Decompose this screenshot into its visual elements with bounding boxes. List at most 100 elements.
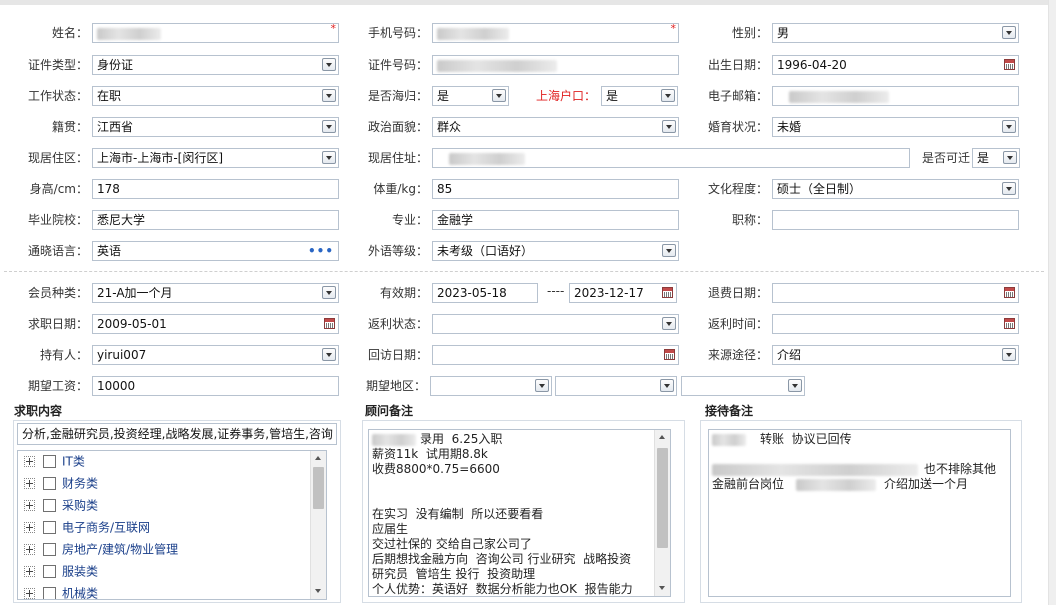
calendar-icon[interactable] [662, 287, 673, 298]
checkbox[interactable] [43, 543, 56, 556]
scroll-thumb[interactable] [657, 448, 668, 548]
phone-field[interactable]: * [432, 23, 679, 43]
advisor-notes-textarea[interactable]: 录用 6.25入职 薪资11k 试用期8.8k 收费8800*0.75=6600… [368, 429, 671, 597]
scroll-up-icon[interactable] [655, 430, 670, 445]
chevron-down-icon[interactable] [492, 89, 506, 102]
tree-scrollbar[interactable] [310, 451, 326, 599]
political-status-select[interactable]: 群众 [432, 117, 679, 137]
chevron-down-icon[interactable] [662, 317, 676, 330]
calendar-icon[interactable] [1004, 59, 1015, 70]
rebate-status-select[interactable] [432, 314, 679, 334]
tree-expand-icon[interactable] [24, 544, 35, 555]
chevron-down-icon[interactable] [322, 286, 336, 299]
birth-date-field[interactable]: 1996-04-20 [772, 55, 1019, 75]
chevron-down-icon[interactable] [322, 151, 336, 164]
chevron-down-icon[interactable] [661, 89, 675, 102]
expected-area-city-select[interactable] [555, 376, 677, 396]
returnee-select[interactable]: 是 [432, 86, 509, 106]
chevron-down-icon[interactable] [788, 379, 802, 392]
validity-start-field[interactable]: 2023-05-18 [432, 283, 538, 303]
id-type-select[interactable]: 身份证 [92, 55, 339, 75]
chevron-down-icon[interactable] [660, 379, 674, 392]
checkbox[interactable] [43, 565, 56, 578]
job-title-field[interactable] [772, 210, 1019, 230]
tree-expand-icon[interactable] [24, 456, 35, 467]
chevron-down-icon[interactable] [1002, 120, 1016, 133]
expected-salary-field[interactable]: 10000 [92, 376, 339, 396]
calendar-icon[interactable] [1004, 287, 1015, 298]
job-category-tree[interactable]: IT类 财务类 采购类 电子商务/互联网 房地产/建筑/物业管理 服装类 机械类 [17, 450, 327, 600]
language-field[interactable]: 英语 ••• [92, 241, 339, 261]
chevron-down-icon[interactable] [322, 58, 336, 71]
tree-expand-icon[interactable] [24, 478, 35, 489]
school-field[interactable]: 悉尼大学 [92, 210, 339, 230]
chevron-down-icon[interactable] [1003, 151, 1017, 164]
native-place-select[interactable]: 江西省 [92, 117, 339, 137]
scroll-down-icon[interactable] [655, 581, 670, 596]
tree-item[interactable]: IT类 [24, 451, 85, 471]
chevron-down-icon[interactable] [1002, 26, 1016, 39]
note-line: 转账 协议已回传 [712, 432, 1007, 447]
expected-area-province-select[interactable] [430, 376, 552, 396]
scroll-thumb[interactable] [313, 467, 324, 509]
page-scrollbar[interactable] [1048, 0, 1056, 605]
checkbox[interactable] [43, 477, 56, 490]
return-visit-date-field[interactable] [432, 345, 679, 365]
tree-item[interactable]: 房地产/建筑/物业管理 [24, 539, 178, 559]
chevron-down-icon[interactable] [662, 244, 676, 257]
advisor-notes-scrollbar[interactable] [654, 430, 670, 596]
checkbox[interactable] [43, 499, 56, 512]
checkbox[interactable] [43, 587, 56, 599]
tree-item[interactable]: 机械类 [24, 583, 98, 599]
tree-expand-icon[interactable] [24, 566, 35, 577]
job-search-date-field[interactable]: 2009-05-01 [92, 314, 339, 334]
tree-expand-icon[interactable] [24, 522, 35, 533]
expected-area-district-select[interactable] [681, 376, 805, 396]
chevron-down-icon[interactable] [322, 120, 336, 133]
gender-select[interactable]: 男 [772, 23, 1019, 43]
checkbox[interactable] [43, 455, 56, 468]
chevron-down-icon[interactable] [662, 120, 676, 133]
calendar-icon[interactable] [324, 318, 335, 329]
job-content-summary[interactable]: 分析,金融研究员,投资经理,战略发展,证券事务,管培生,咨询 [17, 423, 337, 445]
source-select[interactable]: 介绍 [772, 345, 1019, 365]
calendar-icon[interactable] [1004, 318, 1015, 329]
tree-expand-icon[interactable] [24, 500, 35, 511]
refund-date-field[interactable] [772, 283, 1019, 303]
id-number-field[interactable] [432, 55, 679, 75]
tree-item[interactable]: 服装类 [24, 561, 98, 581]
marital-status-select[interactable]: 未婚 [772, 117, 1019, 137]
language-level-select[interactable]: 未考级（口语好） [432, 241, 679, 261]
checkbox[interactable] [43, 521, 56, 534]
chevron-down-icon[interactable] [322, 348, 336, 361]
more-dots-icon[interactable]: ••• [308, 242, 334, 260]
scroll-up-icon[interactable] [311, 451, 326, 466]
height-field[interactable]: 178 [92, 179, 339, 199]
chevron-down-icon[interactable] [535, 379, 549, 392]
tree-item[interactable]: 电子商务/互联网 [24, 517, 150, 537]
member-type-select[interactable]: 21-A加一个月 [92, 283, 339, 303]
relocatable-select[interactable]: 是 [972, 148, 1020, 168]
work-status-select[interactable]: 在职 [92, 86, 339, 106]
weight-field[interactable]: 85 [432, 179, 679, 199]
scroll-down-icon[interactable] [311, 584, 326, 599]
validity-end-field[interactable]: 2023-12-17 [569, 283, 677, 303]
major-field[interactable]: 金融学 [432, 210, 679, 230]
reception-notes-textarea[interactable]: 转账 协议已回传 也不排除其他 金融前台岗位 介绍加送一个月 [708, 429, 1011, 597]
chevron-down-icon[interactable] [1002, 182, 1016, 195]
rebate-time-field[interactable] [772, 314, 1019, 334]
holder-select[interactable]: yirui007 [92, 345, 339, 365]
tree-item[interactable]: 采购类 [24, 495, 98, 515]
tree-expand-icon[interactable] [24, 588, 35, 599]
tree-item[interactable]: 财务类 [24, 473, 98, 493]
email-field[interactable] [772, 86, 1019, 106]
name-field[interactable]: * [92, 23, 339, 43]
redacted-text [712, 463, 918, 476]
shanghai-hukou-select[interactable]: 是 [601, 86, 678, 106]
chevron-down-icon[interactable] [322, 89, 336, 102]
address-field[interactable] [432, 148, 910, 168]
education-select[interactable]: 硕士（全日制） [772, 179, 1019, 199]
calendar-icon[interactable] [664, 349, 675, 360]
residence-area-select[interactable]: 上海市-上海市-[闵行区] [92, 148, 339, 168]
chevron-down-icon[interactable] [1002, 348, 1016, 361]
